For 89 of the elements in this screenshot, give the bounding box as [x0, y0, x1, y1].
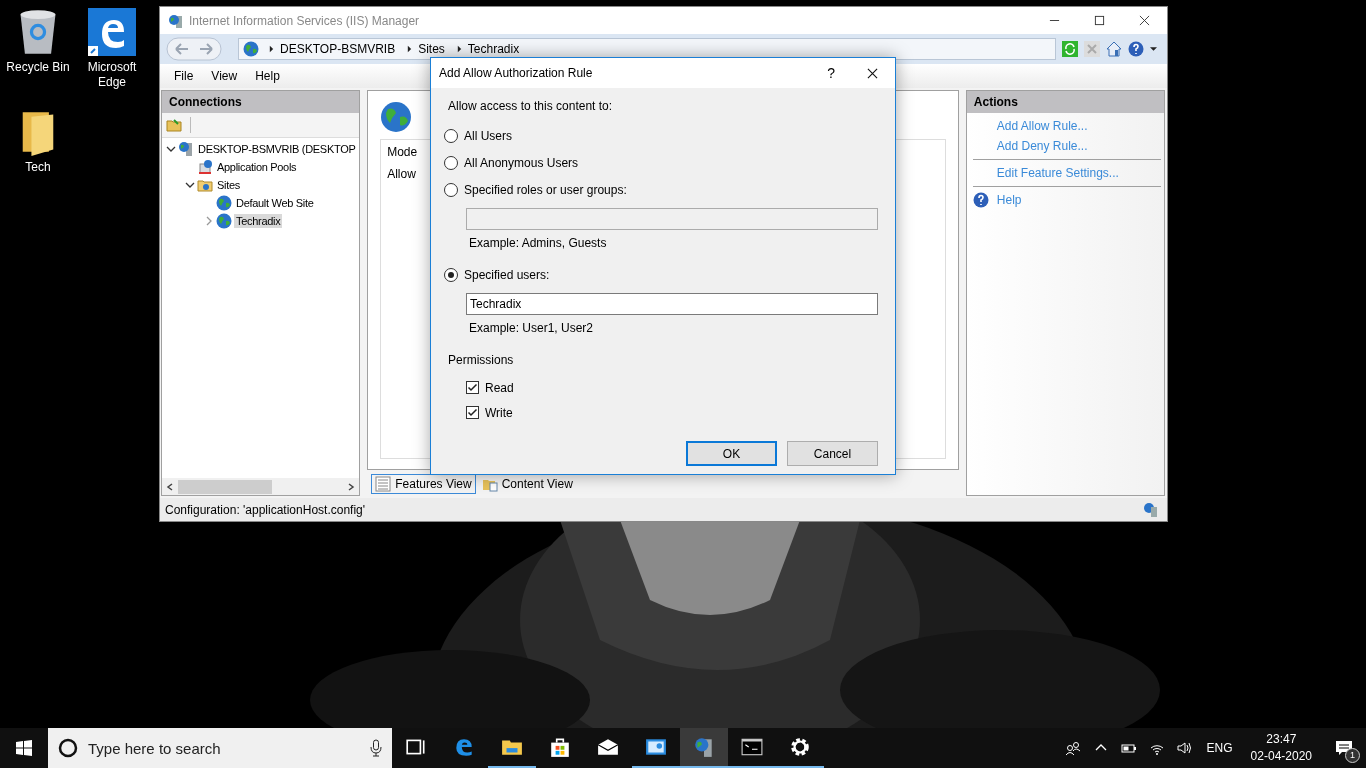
view-tab[interactable]: Content View: [477, 474, 577, 494]
address-bar[interactable]: DESKTOP-BSMVRIB Sites Techradix: [238, 38, 1056, 60]
radio-button[interactable]: [444, 268, 458, 282]
scroll-right-icon[interactable]: [347, 482, 356, 491]
globe-icon: [243, 41, 259, 57]
chevron-icon: [269, 45, 274, 53]
language-indicator[interactable]: ENG: [1206, 741, 1233, 755]
column-heading: Mode: [387, 145, 418, 159]
search-field[interactable]: Type here to search: [86, 738, 362, 758]
radio-button[interactable]: [444, 183, 458, 197]
panel-header: Connections: [162, 91, 360, 113]
clock[interactable]: 23:47 02-04-2020: [1250, 731, 1312, 765]
windows-start-icon[interactable]: [16, 740, 32, 756]
radio-button[interactable]: [444, 156, 458, 170]
menu-item[interactable]: Help: [255, 69, 280, 83]
dialog-button[interactable]: Cancel: [787, 441, 878, 466]
edge-icon[interactable]: [88, 8, 136, 56]
window-title: Internet Information Services (IIS) Manager: [189, 13, 420, 28]
tree-item[interactable]: Application Pools: [215, 160, 299, 174]
shopping-bag-icon: [549, 736, 571, 758]
input-field[interactable]: Techradix: [466, 293, 878, 315]
chevron-icon: [456, 45, 462, 53]
checkbox[interactable]: [466, 406, 479, 419]
expand-toggle-icon[interactable]: [185, 180, 195, 190]
panel-header: Actions: [966, 91, 1164, 113]
tree-item[interactable]: Techradix: [234, 214, 283, 228]
close-icon[interactable]: [1139, 15, 1150, 26]
settings-icon: [789, 736, 811, 758]
microphone-icon[interactable]: [370, 739, 382, 757]
tree-item[interactable]: Default Web Site: [234, 196, 316, 210]
example-text: Example: Admins, Guests: [469, 236, 608, 250]
radio-label[interactable]: Specified roles or user groups:: [464, 183, 627, 197]
expand-toggle-icon[interactable]: [166, 144, 176, 154]
tree-item[interactable]: DESKTOP-BSMVRIB (DESKTOP: [196, 142, 358, 156]
globe-icon: [216, 213, 232, 229]
help-icon[interactable]: [1128, 41, 1144, 57]
close-icon[interactable]: [867, 67, 878, 79]
dropdown-caret-icon[interactable]: [1150, 47, 1157, 51]
checkbox-label[interactable]: Read: [485, 380, 514, 395]
list-icon: [375, 476, 392, 492]
scrollbar-thumb[interactable]: [178, 479, 272, 494]
edge-icon: [453, 736, 475, 758]
desktop-icon-label[interactable]: Microsoft Edge: [77, 60, 147, 90]
dialog-button[interactable]: OK: [686, 441, 777, 466]
breadcrumb[interactable]: DESKTOP-BSMVRIB: [280, 43, 396, 55]
maximize-icon[interactable]: [1094, 15, 1105, 26]
notification-badge: 1: [1345, 748, 1360, 763]
home-icon[interactable]: [1106, 41, 1122, 57]
prompt-text: Allow access to this content to:: [448, 99, 614, 113]
column-heading: Allow: [387, 167, 416, 181]
tree-item[interactable]: Sites: [215, 178, 242, 192]
action-link[interactable]: Edit Feature Settings...: [996, 166, 1119, 180]
action-link[interactable]: Add Allow Rule...: [996, 119, 1088, 133]
search-box[interactable]: Type here to search: [48, 728, 392, 768]
breadcrumb[interactable]: Sites: [418, 43, 445, 55]
action-link[interactable]: Help: [996, 193, 1022, 207]
radio-label[interactable]: Specified users:: [464, 268, 550, 282]
globe-icon: [380, 101, 413, 133]
globe-icon: [216, 195, 232, 211]
section-title: Permissions: [448, 353, 515, 367]
checkbox-label[interactable]: Write: [485, 405, 513, 420]
status-text: Configuration: 'applicationHost.config': [165, 502, 366, 517]
radio-label[interactable]: All Users: [464, 129, 512, 143]
scroll-left-icon[interactable]: [166, 482, 174, 491]
help-button[interactable]: ?: [813, 65, 849, 81]
terminal-icon: [741, 736, 763, 758]
control-panel-icon: [645, 736, 667, 758]
iis-app-icon: [168, 12, 184, 29]
menu-item[interactable]: File: [174, 69, 194, 83]
desktop-icon-label[interactable]: Recycle Bin: [3, 60, 73, 75]
speaker-icon[interactable]: [1176, 740, 1193, 756]
checkbox[interactable]: [466, 381, 479, 394]
breadcrumb[interactable]: Techradix: [467, 43, 520, 55]
chevron-icon: [407, 45, 413, 53]
cortana-icon: [58, 738, 78, 758]
help-icon: [972, 192, 989, 208]
expand-toggle-icon[interactable]: [204, 216, 214, 226]
folder-icon: [197, 177, 213, 193]
action-link[interactable]: Add Deny Rule...: [996, 139, 1088, 153]
desktop-icon-label[interactable]: Tech: [3, 160, 73, 175]
dialog-title: Add Allow Authorization Rule: [439, 66, 593, 80]
menu-item[interactable]: View: [211, 69, 238, 83]
radio-label[interactable]: All Anonymous Users: [464, 156, 579, 170]
radio-button[interactable]: [444, 129, 458, 143]
server-icon: [693, 736, 715, 758]
people-icon[interactable]: [1064, 740, 1081, 756]
refresh-icon[interactable]: [1062, 41, 1078, 57]
server-icon: [178, 141, 194, 157]
example-text: Example: User1, User2: [469, 321, 595, 335]
